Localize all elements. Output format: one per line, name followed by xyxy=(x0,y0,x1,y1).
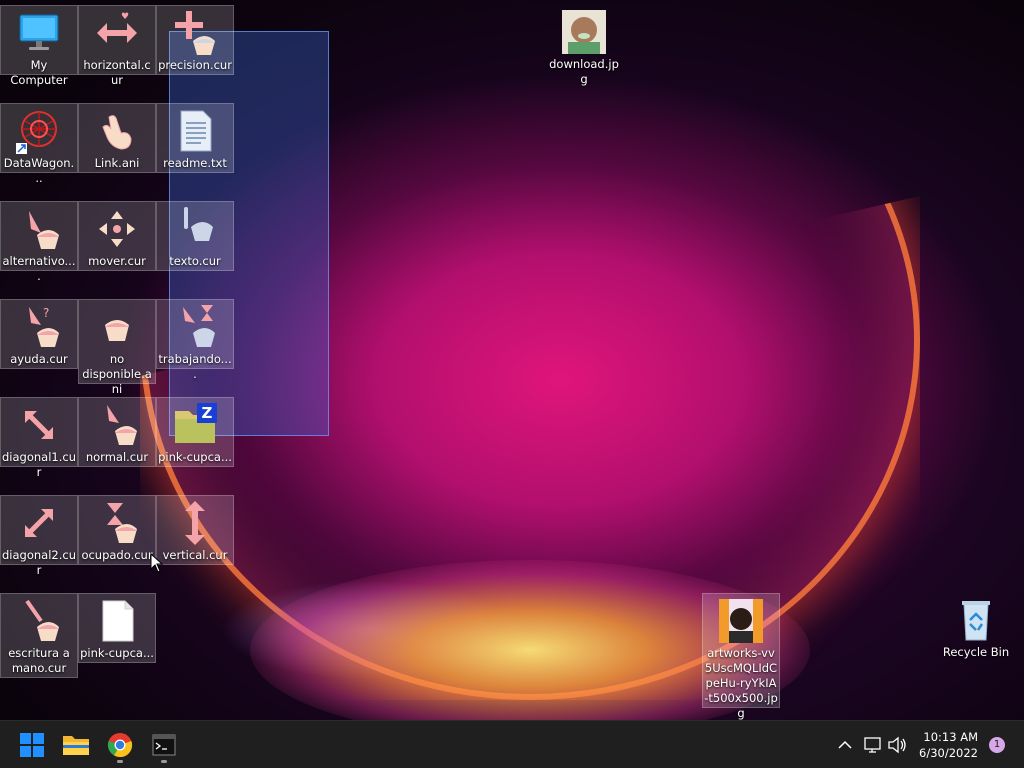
cursor-link-icon xyxy=(93,107,141,155)
taskbar: 10:13 AM 6/30/2022 1 xyxy=(0,720,1024,768)
desktop-icon-precision[interactable]: precision.cur xyxy=(156,5,234,75)
network-button[interactable] xyxy=(862,721,884,768)
icon-label: horizontal.cur xyxy=(83,58,151,87)
svg-text:?: ? xyxy=(43,306,49,320)
blank-file-icon xyxy=(93,597,141,645)
terminal-button[interactable] xyxy=(146,727,182,763)
desktop-icon-texto[interactable]: texto.cur xyxy=(156,201,234,271)
desktop-icon-datawagon[interactable]: DataWagon... xyxy=(0,103,78,185)
cursor-text-icon xyxy=(171,205,219,253)
show-hidden-icons-button[interactable] xyxy=(834,721,856,768)
icon-label: download.jpg xyxy=(549,57,619,86)
desktop-icon-escritura[interactable]: escritura a mano.cur xyxy=(0,593,78,678)
icon-label: trabajando.... xyxy=(158,352,232,381)
chevron-up-icon xyxy=(838,740,852,749)
icon-label: My Computer xyxy=(10,58,68,87)
desktop-icon-mover[interactable]: mover.cur xyxy=(78,201,156,271)
mouse-pointer-icon xyxy=(150,553,164,573)
icon-label: ocupado.cur xyxy=(81,548,153,562)
clock-time: 10:13 AM xyxy=(923,730,978,744)
zip-archive-icon: Z xyxy=(171,401,219,449)
cursor-horizontal-icon: ♥ xyxy=(93,9,141,57)
start-button[interactable] xyxy=(14,727,50,763)
running-indicator xyxy=(117,760,123,763)
icon-label: escritura a mano.cur xyxy=(8,646,70,675)
running-indicator xyxy=(161,760,167,763)
cursor-working-icon xyxy=(171,303,219,351)
icon-label: diagonal2.cur xyxy=(2,548,76,577)
desktop-icon-recycle-bin[interactable]: Recycle Bin xyxy=(937,593,1015,663)
icon-label: pink-cupca... xyxy=(80,646,154,660)
icon-label: readme.txt xyxy=(163,156,227,170)
clock[interactable]: 10:13 AM 6/30/2022 xyxy=(919,729,978,761)
desktop-icon-readme[interactable]: readme.txt xyxy=(156,103,234,173)
desktop-icon-diagonal2[interactable]: diagonal2.cur xyxy=(0,495,78,577)
cursor-vertical-icon xyxy=(171,499,219,547)
cursor-normal-icon xyxy=(93,401,141,449)
file-explorer-button[interactable] xyxy=(58,727,94,763)
icon-label: diagonal1.cur xyxy=(2,450,76,479)
desktop-icon-download-jpg[interactable]: download.jpg xyxy=(545,5,623,86)
desktop-icon-ayuda[interactable]: ? ayuda.cur xyxy=(0,299,78,369)
svg-text:♥: ♥ xyxy=(121,12,129,22)
datawagon-shortcut-icon xyxy=(15,107,63,155)
desktop-icon-no-disponible[interactable]: no disponible.ani xyxy=(78,299,156,396)
desktop-icon-trabajando[interactable]: trabajando.... xyxy=(156,299,234,381)
icon-label: ayuda.cur xyxy=(10,352,68,366)
svg-text:Z: Z xyxy=(202,404,213,422)
icon-label: artworks-vv5UscMQLIdCpeHu-ryYkIA-t500x50… xyxy=(704,646,778,720)
image-thumbnail-icon xyxy=(560,8,608,56)
cursor-handwriting-icon xyxy=(15,597,63,645)
desktop-icon-link[interactable]: Link.ani xyxy=(78,103,156,173)
speaker-icon xyxy=(888,736,906,754)
desktop-icon-artworks-jpg[interactable]: artworks-vv5UscMQLIdCpeHu-ryYkIA-t500x50… xyxy=(702,593,780,720)
icon-label: DataWagon... xyxy=(3,156,75,185)
cursor-move-icon xyxy=(93,205,141,253)
icon-label: precision.cur xyxy=(158,58,232,72)
clock-date: 6/30/2022 xyxy=(919,746,978,760)
desktop-icon-my-computer[interactable]: My Computer xyxy=(0,5,78,87)
desktop-icon-pink-cupca-blank[interactable]: pink-cupca... xyxy=(78,593,156,663)
icon-label: texto.cur xyxy=(169,254,221,268)
cursor-diagonal1-icon xyxy=(15,401,63,449)
desktop-icon-normal[interactable]: normal.cur xyxy=(78,397,156,467)
icon-label: no disponible.ani xyxy=(82,352,152,396)
text-file-icon xyxy=(171,107,219,155)
icon-label: Recycle Bin xyxy=(942,645,1010,659)
desktop-icon-pink-cupca-zip[interactable]: Z pink-cupca... xyxy=(156,397,234,467)
icon-label: alternativo.... xyxy=(2,254,76,283)
folder-icon xyxy=(63,736,89,755)
volume-button[interactable] xyxy=(886,721,908,768)
icon-label: mover.cur xyxy=(88,254,146,268)
cursor-unavailable-icon xyxy=(93,303,141,351)
desktop-icon-vertical[interactable]: vertical.cur xyxy=(156,495,234,565)
recycle-bin-icon xyxy=(952,596,1000,644)
terminal-icon xyxy=(152,734,176,756)
cursor-busy-icon xyxy=(93,499,141,547)
desktop-icon-horizontal[interactable]: ♥ horizontal.cur xyxy=(78,5,156,87)
network-icon xyxy=(864,737,881,753)
image-thumbnail-icon xyxy=(717,597,765,645)
cursor-diagonal2-icon xyxy=(15,499,63,547)
chrome-icon xyxy=(107,733,133,758)
icon-label: Link.ani xyxy=(94,156,140,170)
cursor-precision-icon xyxy=(171,9,219,57)
icon-label: vertical.cur xyxy=(162,548,228,562)
desktop-icon-alternativo[interactable]: alternativo.... xyxy=(0,201,78,283)
chrome-button[interactable] xyxy=(102,727,138,763)
desktop-icon-diagonal1[interactable]: diagonal1.cur xyxy=(0,397,78,479)
notification-badge[interactable]: 1 xyxy=(989,737,1005,753)
cursor-help-icon: ? xyxy=(15,303,63,351)
cursor-alternate-icon xyxy=(15,205,63,253)
windows-logo-icon xyxy=(20,733,44,757)
desktop-icon-ocupado[interactable]: ocupado.cur xyxy=(78,495,156,565)
monitor-icon xyxy=(15,9,63,57)
icon-label: pink-cupca... xyxy=(158,450,232,464)
icon-label: normal.cur xyxy=(85,450,149,464)
